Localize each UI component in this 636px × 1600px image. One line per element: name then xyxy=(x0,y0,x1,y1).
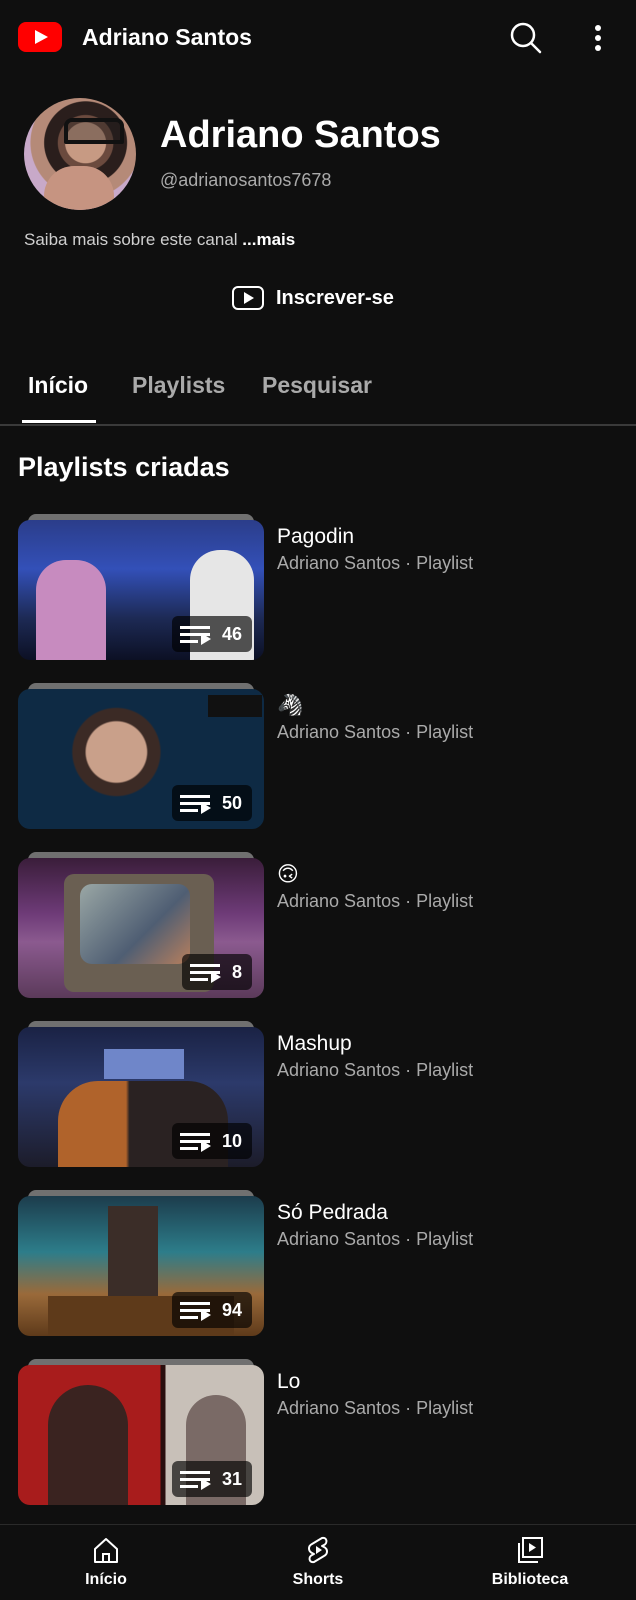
playlist-item[interactable]: 31 Lo Adriano Santos · Playlist xyxy=(18,1359,618,1505)
playlist-meta: Adriano Santos · Playlist xyxy=(277,1229,474,1249)
playlist-meta: Adriano Santos · Playlist xyxy=(277,1398,474,1418)
nav-label: Início xyxy=(85,1571,127,1588)
playlist-thumbnail[interactable]: 94 xyxy=(18,1190,264,1336)
playlist-item[interactable]: 50 🦓 Adriano Santos · Playlist xyxy=(18,683,618,829)
video-count: 50 xyxy=(221,792,242,813)
playlist-item[interactable]: 8 🙃 Adriano Santos · Playlist xyxy=(18,852,618,998)
about-more-link[interactable]: ...mais xyxy=(242,230,295,249)
channel-name: Adriano Santos xyxy=(160,114,441,156)
video-count-badge: 50 xyxy=(171,785,252,821)
video-count: 46 xyxy=(221,623,242,644)
subscribe-label: Inscrever-se xyxy=(276,286,394,309)
youtube-logo-icon[interactable] xyxy=(18,22,62,52)
channel-handle: @adrianosantos7678 xyxy=(160,170,332,190)
video-count: 8 xyxy=(231,961,242,982)
playlist-item[interactable]: 10 Mashup Adriano Santos · Playlist xyxy=(18,1021,618,1167)
playlist-meta: Adriano Santos · Playlist xyxy=(277,1060,474,1080)
nav-biblioteca[interactable]: Biblioteca xyxy=(470,1535,590,1589)
playlist-title[interactable]: Mashup xyxy=(277,1031,352,1057)
subscribe-button[interactable]: Inscrever-se xyxy=(232,282,394,314)
channel-about[interactable]: Saiba mais sobre este canal ...mais xyxy=(24,228,295,252)
channel-avatar[interactable] xyxy=(24,98,136,210)
tab-inicio[interactable]: Início xyxy=(28,370,88,400)
playlist-queue-icon xyxy=(179,1468,212,1490)
nav-label: Biblioteca xyxy=(491,1571,569,1588)
video-count-badge: 46 xyxy=(171,616,252,652)
section-title: Playlists criadas xyxy=(18,452,230,482)
app-bar-title: Adriano Santos xyxy=(82,24,252,50)
video-count: 31 xyxy=(221,1468,242,1489)
playlist-thumbnail[interactable]: 31 xyxy=(18,1359,264,1505)
playlist-queue-icon xyxy=(179,1130,212,1152)
search-icon[interactable] xyxy=(508,20,544,56)
video-count: 94 xyxy=(221,1299,242,1320)
playlist-queue-icon xyxy=(179,623,212,645)
playlist-title[interactable]: 🦓 xyxy=(277,693,303,719)
playlist-title[interactable]: Só Pedrada xyxy=(277,1200,388,1226)
library-icon xyxy=(518,1537,543,1563)
nav-inicio[interactable]: Início xyxy=(46,1535,166,1589)
tab-pesquisar[interactable]: Pesquisar xyxy=(262,370,372,400)
playlist-meta: Adriano Santos · Playlist xyxy=(277,891,474,911)
tab-playlists[interactable]: Playlists xyxy=(132,370,225,400)
active-tab-indicator xyxy=(22,420,96,423)
top-app-bar: Adriano Santos xyxy=(0,0,636,74)
video-count-badge: 94 xyxy=(171,1292,252,1328)
playlist-queue-icon xyxy=(189,961,222,983)
more-vertical-icon[interactable] xyxy=(586,20,610,56)
playlist-meta: Adriano Santos · Playlist xyxy=(277,553,474,573)
about-text: Saiba mais sobre este canal xyxy=(24,230,238,249)
playlist-item[interactable]: 94 Só Pedrada Adriano Santos · Playlist xyxy=(18,1190,618,1336)
home-icon xyxy=(94,1538,118,1563)
playlist-thumbnail[interactable]: 8 xyxy=(18,852,264,998)
playlist-title[interactable]: Lo xyxy=(277,1369,300,1395)
video-count-badge: 31 xyxy=(171,1461,252,1497)
playlist-title[interactable]: Pagodin xyxy=(277,524,354,550)
playlist-thumbnail[interactable]: 10 xyxy=(18,1021,264,1167)
youtube-play-icon xyxy=(232,286,264,310)
shorts-icon xyxy=(308,1536,328,1564)
playlist-thumbnail[interactable]: 46 xyxy=(18,514,264,660)
playlist-queue-icon xyxy=(179,1299,212,1321)
bottom-navigation: Início Shorts Biblioteca xyxy=(0,1524,636,1600)
playlist-title[interactable]: 🙃 xyxy=(277,862,299,888)
video-count: 10 xyxy=(221,1130,242,1151)
nav-shorts[interactable]: Shorts xyxy=(258,1535,378,1589)
video-count-badge: 8 xyxy=(181,954,252,990)
nav-label: Shorts xyxy=(292,1571,344,1588)
playlist-thumbnail[interactable]: 50 xyxy=(18,683,264,829)
video-count-badge: 10 xyxy=(171,1123,252,1159)
playlist-meta: Adriano Santos · Playlist xyxy=(277,722,474,742)
channel-tabs: Início Playlists Pesquisar xyxy=(0,354,636,426)
playlist-item[interactable]: 46 Pagodin Adriano Santos · Playlist xyxy=(18,514,618,660)
playlist-queue-icon xyxy=(179,792,212,814)
